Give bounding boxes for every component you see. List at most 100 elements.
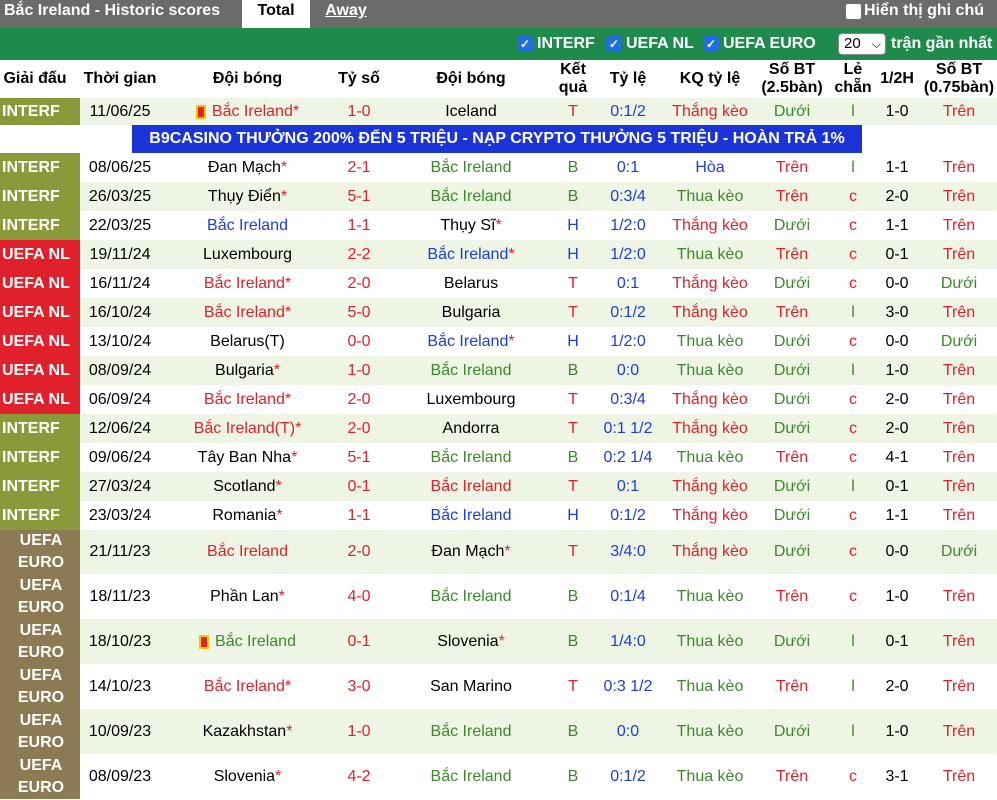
table-row[interactable]: INTERF 22/03/25 Bắc Ireland 1-1 Thụy Sĩ * H 1/2… [0, 211, 997, 240]
tab-total[interactable]: Total [242, 0, 310, 28]
table-row[interactable]: INTERF 11/06/25 Bắc Ireland * 1-0 Iceland T 0:1… [0, 98, 997, 125]
checkbox-icon[interactable] [846, 3, 861, 19]
away-team-name[interactable]: Luxembourg [427, 391, 516, 409]
tab-away[interactable]: Away [318, 0, 374, 28]
away-team-name[interactable]: Andorra [443, 420, 500, 438]
home-team-name[interactable]: Đan Mạch [208, 159, 281, 177]
home-team-name[interactable]: Tây Ban Nha [198, 449, 291, 467]
home-team-name[interactable]: Thụy Điển [208, 188, 281, 206]
competition-badge[interactable]: INTERF [0, 98, 80, 125]
match-score[interactable]: 0-0 [335, 327, 383, 356]
checkbox-checked-icon[interactable]: ✓ [703, 36, 719, 52]
away-team-name[interactable]: Bắc Ireland [431, 723, 512, 741]
home-team-name[interactable]: Bulgaria [215, 362, 274, 380]
table-row[interactable]: UEFA EURO 18/11/23 Phần Lan * 4-0 Bắc Ireland… [0, 574, 997, 619]
home-team[interactable]: Bulgaria * [160, 356, 335, 385]
away-team-name[interactable]: Iceland [445, 103, 497, 121]
home-team-name[interactable]: Romania [212, 507, 276, 525]
competition-badge[interactable]: UEFA EURO [0, 709, 80, 754]
table-row[interactable]: UEFA EURO 18/10/23 Bắc Ireland 0-1 Slovenia *… [0, 619, 997, 664]
away-team[interactable]: Thụy Sĩ * [383, 211, 559, 240]
away-team[interactable]: Bắc Ireland [383, 574, 559, 619]
filter-interf[interactable]: ✓ INTERF [517, 34, 595, 54]
competition-badge[interactable]: UEFA EURO [0, 664, 80, 709]
home-team[interactable]: Bắc Ireland * [160, 664, 335, 709]
home-team[interactable]: Scotland * [160, 472, 335, 501]
competition-badge[interactable]: UEFA EURO [0, 754, 80, 799]
home-team[interactable]: Bắc Ireland [160, 530, 335, 574]
checkbox-checked-icon[interactable]: ✓ [517, 36, 533, 52]
home-team-name[interactable]: Luxembourg [203, 246, 292, 264]
competition-badge[interactable]: UEFA EURO [0, 619, 80, 664]
match-score[interactable]: 2-2 [335, 240, 383, 269]
show-notes-toggle[interactable]: Hiển thị ghi chú [846, 1, 984, 21]
home-team[interactable]: Slovenia * [160, 754, 335, 799]
table-row[interactable]: UEFA NL 13/10/24 Belarus(T) 0-0 Bắc Ireland *… [0, 327, 997, 356]
promo-banner[interactable]: B9CASINO THƯỞNG 200% ĐẾN 5 TRIỆU - NẠP C… [132, 125, 862, 153]
match-score[interactable]: 2-1 [335, 153, 383, 182]
away-team[interactable]: Bắc Ireland * [383, 240, 559, 269]
home-team[interactable]: Romania * [160, 501, 335, 530]
match-score[interactable]: 2-0 [335, 269, 383, 298]
away-team[interactable]: Bắc Ireland [383, 501, 559, 530]
away-team[interactable]: Iceland [383, 98, 559, 125]
home-team-name[interactable]: Bắc Ireland [215, 633, 296, 651]
home-team[interactable]: Phần Lan * [160, 574, 335, 619]
competition-badge[interactable]: INTERF [0, 501, 80, 530]
home-team-name[interactable]: Slovenia [214, 768, 275, 786]
table-row[interactable]: UEFA EURO 10/09/23 Kazakhstan * 1-0 Bắc Irela… [0, 709, 997, 754]
home-team-name[interactable]: Bắc Ireland(T) [194, 420, 295, 438]
home-team-name[interactable]: Bắc Ireland [207, 217, 288, 235]
competition-badge[interactable]: UEFA NL [0, 269, 80, 298]
home-team[interactable]: Thụy Điển * [160, 182, 335, 211]
checkbox-checked-icon[interactable]: ✓ [606, 36, 622, 52]
match-score[interactable]: 1-0 [335, 709, 383, 754]
match-score[interactable]: 3-0 [335, 664, 383, 709]
match-score[interactable]: 5-1 [335, 443, 383, 472]
home-team[interactable]: Bắc Ireland * [160, 98, 335, 125]
away-team-name[interactable]: Bắc Ireland [427, 246, 508, 264]
away-team[interactable]: Bắc Ireland [383, 754, 559, 799]
table-row[interactable]: UEFA NL 16/11/24 Bắc Ireland * 2-0 Belarus T 0:… [0, 269, 997, 298]
match-score[interactable]: 0-1 [335, 472, 383, 501]
home-team[interactable]: Bắc Ireland * [160, 298, 335, 327]
away-team[interactable]: Bắc Ireland [383, 356, 559, 385]
table-row[interactable]: UEFA EURO 21/11/23 Bắc Ireland 2-0 Đan Mạch *… [0, 530, 997, 574]
away-team-name[interactable]: Đan Mạch [431, 543, 504, 561]
away-team-name[interactable]: Bắc Ireland [431, 188, 512, 206]
match-score[interactable]: 0-1 [335, 619, 383, 664]
match-score[interactable]: 2-0 [335, 414, 383, 443]
away-team-name[interactable]: Thụy Sĩ [440, 217, 495, 235]
filter-uefa-nl[interactable]: ✓ UEFA NL [606, 34, 694, 54]
match-score[interactable]: 1-1 [335, 501, 383, 530]
home-team[interactable]: Bắc Ireland [160, 619, 335, 664]
match-count-select[interactable]: 20 ⌵ [838, 33, 886, 55]
match-score[interactable]: 1-0 [335, 356, 383, 385]
home-team[interactable]: Bắc Ireland(T) * [160, 414, 335, 443]
away-team[interactable]: Belarus [383, 269, 559, 298]
competition-badge[interactable]: UEFA NL [0, 327, 80, 356]
home-team-name[interactable]: Bắc Ireland [204, 678, 285, 696]
table-row[interactable]: INTERF 08/06/25 Đan Mạch * 2-1 Bắc Ireland B 0:… [0, 153, 997, 182]
competition-badge[interactable]: UEFA NL [0, 240, 80, 269]
competition-badge[interactable]: INTERF [0, 182, 80, 211]
competition-badge[interactable]: INTERF [0, 472, 80, 501]
away-team[interactable]: Bulgaria [383, 298, 559, 327]
away-team-name[interactable]: Bắc Ireland [431, 478, 512, 496]
competition-badge[interactable]: UEFA NL [0, 298, 80, 327]
home-team[interactable]: Bắc Ireland [160, 211, 335, 240]
home-team[interactable]: Tây Ban Nha * [160, 443, 335, 472]
competition-badge[interactable]: UEFA EURO [0, 574, 80, 619]
away-team-name[interactable]: Bắc Ireland [431, 507, 512, 525]
away-team[interactable]: Bắc Ireland * [383, 327, 559, 356]
away-team[interactable]: Bắc Ireland [383, 153, 559, 182]
competition-badge[interactable]: UEFA NL [0, 385, 80, 414]
competition-badge[interactable]: UEFA NL [0, 356, 80, 385]
away-team-name[interactable]: Bắc Ireland [431, 588, 512, 606]
away-team[interactable]: Bắc Ireland [383, 182, 559, 211]
away-team-name[interactable]: Bắc Ireland [427, 333, 508, 351]
home-team-name[interactable]: Bắc Ireland [204, 304, 285, 322]
away-team[interactable]: Bắc Ireland [383, 709, 559, 754]
away-team-name[interactable]: San Marino [430, 678, 512, 696]
away-team[interactable]: Bắc Ireland [383, 472, 559, 501]
